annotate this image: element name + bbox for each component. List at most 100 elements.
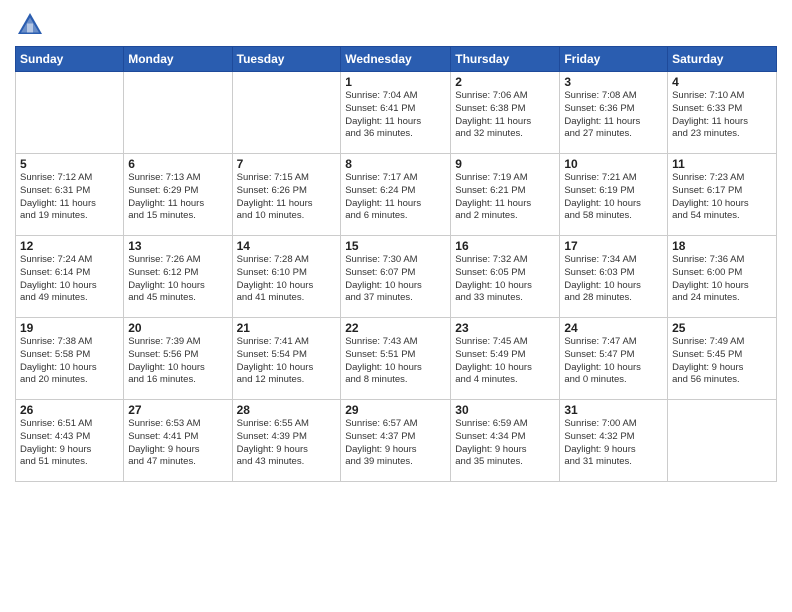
day-info: Sunrise: 7:17 AMSunset: 6:24 PMDaylight:…: [345, 172, 446, 223]
calendar-cell: [668, 400, 777, 482]
calendar-cell: 8Sunrise: 7:17 AMSunset: 6:24 PMDaylight…: [341, 154, 451, 236]
day-info: Sunrise: 6:57 AMSunset: 4:37 PMDaylight:…: [345, 418, 446, 469]
day-info: Sunrise: 7:10 AMSunset: 6:33 PMDaylight:…: [672, 90, 772, 141]
weekday-header-thursday: Thursday: [451, 47, 560, 72]
day-info: Sunrise: 7:19 AMSunset: 6:21 PMDaylight:…: [455, 172, 555, 223]
calendar-cell: 28Sunrise: 6:55 AMSunset: 4:39 PMDayligh…: [232, 400, 341, 482]
day-number: 17: [564, 239, 663, 253]
day-number: 26: [20, 403, 119, 417]
day-number: 10: [564, 157, 663, 171]
weekday-header-sunday: Sunday: [16, 47, 124, 72]
day-number: 5: [20, 157, 119, 171]
day-info: Sunrise: 6:51 AMSunset: 4:43 PMDaylight:…: [20, 418, 119, 469]
calendar-cell: 26Sunrise: 6:51 AMSunset: 4:43 PMDayligh…: [16, 400, 124, 482]
calendar-cell: 20Sunrise: 7:39 AMSunset: 5:56 PMDayligh…: [124, 318, 232, 400]
day-number: 4: [672, 75, 772, 89]
day-number: 2: [455, 75, 555, 89]
day-number: 25: [672, 321, 772, 335]
calendar: SundayMondayTuesdayWednesdayThursdayFrid…: [15, 46, 777, 482]
day-info: Sunrise: 7:06 AMSunset: 6:38 PMDaylight:…: [455, 90, 555, 141]
calendar-cell: [16, 72, 124, 154]
calendar-cell: 2Sunrise: 7:06 AMSunset: 6:38 PMDaylight…: [451, 72, 560, 154]
calendar-cell: [232, 72, 341, 154]
calendar-cell: 27Sunrise: 6:53 AMSunset: 4:41 PMDayligh…: [124, 400, 232, 482]
day-info: Sunrise: 7:32 AMSunset: 6:05 PMDaylight:…: [455, 254, 555, 305]
day-number: 16: [455, 239, 555, 253]
day-number: 9: [455, 157, 555, 171]
day-info: Sunrise: 7:26 AMSunset: 6:12 PMDaylight:…: [128, 254, 227, 305]
day-number: 27: [128, 403, 227, 417]
day-info: Sunrise: 7:21 AMSunset: 6:19 PMDaylight:…: [564, 172, 663, 223]
calendar-cell: 3Sunrise: 7:08 AMSunset: 6:36 PMDaylight…: [560, 72, 668, 154]
day-info: Sunrise: 7:43 AMSunset: 5:51 PMDaylight:…: [345, 336, 446, 387]
day-info: Sunrise: 7:47 AMSunset: 5:47 PMDaylight:…: [564, 336, 663, 387]
logo: [15, 10, 49, 40]
header: [15, 10, 777, 40]
calendar-cell: [124, 72, 232, 154]
day-number: 23: [455, 321, 555, 335]
calendar-cell: 11Sunrise: 7:23 AMSunset: 6:17 PMDayligh…: [668, 154, 777, 236]
day-number: 19: [20, 321, 119, 335]
calendar-cell: 25Sunrise: 7:49 AMSunset: 5:45 PMDayligh…: [668, 318, 777, 400]
calendar-cell: 24Sunrise: 7:47 AMSunset: 5:47 PMDayligh…: [560, 318, 668, 400]
day-info: Sunrise: 7:12 AMSunset: 6:31 PMDaylight:…: [20, 172, 119, 223]
day-number: 1: [345, 75, 446, 89]
day-info: Sunrise: 7:41 AMSunset: 5:54 PMDaylight:…: [237, 336, 337, 387]
day-info: Sunrise: 7:24 AMSunset: 6:14 PMDaylight:…: [20, 254, 119, 305]
day-info: Sunrise: 7:15 AMSunset: 6:26 PMDaylight:…: [237, 172, 337, 223]
calendar-cell: 23Sunrise: 7:45 AMSunset: 5:49 PMDayligh…: [451, 318, 560, 400]
day-info: Sunrise: 7:38 AMSunset: 5:58 PMDaylight:…: [20, 336, 119, 387]
day-number: 12: [20, 239, 119, 253]
calendar-cell: 5Sunrise: 7:12 AMSunset: 6:31 PMDaylight…: [16, 154, 124, 236]
day-number: 3: [564, 75, 663, 89]
logo-icon: [15, 10, 45, 40]
day-number: 13: [128, 239, 227, 253]
weekday-header-monday: Monday: [124, 47, 232, 72]
calendar-cell: 14Sunrise: 7:28 AMSunset: 6:10 PMDayligh…: [232, 236, 341, 318]
weekday-header-tuesday: Tuesday: [232, 47, 341, 72]
calendar-cell: 29Sunrise: 6:57 AMSunset: 4:37 PMDayligh…: [341, 400, 451, 482]
calendar-cell: 4Sunrise: 7:10 AMSunset: 6:33 PMDaylight…: [668, 72, 777, 154]
day-number: 29: [345, 403, 446, 417]
calendar-cell: 16Sunrise: 7:32 AMSunset: 6:05 PMDayligh…: [451, 236, 560, 318]
day-info: Sunrise: 7:36 AMSunset: 6:00 PMDaylight:…: [672, 254, 772, 305]
day-number: 30: [455, 403, 555, 417]
weekday-header-wednesday: Wednesday: [341, 47, 451, 72]
day-info: Sunrise: 6:53 AMSunset: 4:41 PMDaylight:…: [128, 418, 227, 469]
day-info: Sunrise: 7:00 AMSunset: 4:32 PMDaylight:…: [564, 418, 663, 469]
day-number: 8: [345, 157, 446, 171]
page-container: SundayMondayTuesdayWednesdayThursdayFrid…: [0, 0, 792, 492]
day-number: 28: [237, 403, 337, 417]
day-info: Sunrise: 7:30 AMSunset: 6:07 PMDaylight:…: [345, 254, 446, 305]
calendar-cell: 13Sunrise: 7:26 AMSunset: 6:12 PMDayligh…: [124, 236, 232, 318]
day-info: Sunrise: 7:28 AMSunset: 6:10 PMDaylight:…: [237, 254, 337, 305]
day-number: 20: [128, 321, 227, 335]
day-info: Sunrise: 7:39 AMSunset: 5:56 PMDaylight:…: [128, 336, 227, 387]
day-number: 22: [345, 321, 446, 335]
day-number: 21: [237, 321, 337, 335]
calendar-cell: 19Sunrise: 7:38 AMSunset: 5:58 PMDayligh…: [16, 318, 124, 400]
day-number: 15: [345, 239, 446, 253]
calendar-cell: 10Sunrise: 7:21 AMSunset: 6:19 PMDayligh…: [560, 154, 668, 236]
day-info: Sunrise: 7:04 AMSunset: 6:41 PMDaylight:…: [345, 90, 446, 141]
day-number: 7: [237, 157, 337, 171]
calendar-cell: 7Sunrise: 7:15 AMSunset: 6:26 PMDaylight…: [232, 154, 341, 236]
day-info: Sunrise: 7:34 AMSunset: 6:03 PMDaylight:…: [564, 254, 663, 305]
day-info: Sunrise: 7:08 AMSunset: 6:36 PMDaylight:…: [564, 90, 663, 141]
calendar-cell: 30Sunrise: 6:59 AMSunset: 4:34 PMDayligh…: [451, 400, 560, 482]
calendar-cell: 31Sunrise: 7:00 AMSunset: 4:32 PMDayligh…: [560, 400, 668, 482]
day-number: 31: [564, 403, 663, 417]
calendar-cell: 18Sunrise: 7:36 AMSunset: 6:00 PMDayligh…: [668, 236, 777, 318]
weekday-header-friday: Friday: [560, 47, 668, 72]
day-info: Sunrise: 7:49 AMSunset: 5:45 PMDaylight:…: [672, 336, 772, 387]
day-number: 11: [672, 157, 772, 171]
calendar-cell: 21Sunrise: 7:41 AMSunset: 5:54 PMDayligh…: [232, 318, 341, 400]
day-info: Sunrise: 6:59 AMSunset: 4:34 PMDaylight:…: [455, 418, 555, 469]
day-number: 18: [672, 239, 772, 253]
calendar-cell: 22Sunrise: 7:43 AMSunset: 5:51 PMDayligh…: [341, 318, 451, 400]
day-info: Sunrise: 7:13 AMSunset: 6:29 PMDaylight:…: [128, 172, 227, 223]
day-number: 24: [564, 321, 663, 335]
calendar-cell: 12Sunrise: 7:24 AMSunset: 6:14 PMDayligh…: [16, 236, 124, 318]
calendar-cell: 9Sunrise: 7:19 AMSunset: 6:21 PMDaylight…: [451, 154, 560, 236]
calendar-cell: 1Sunrise: 7:04 AMSunset: 6:41 PMDaylight…: [341, 72, 451, 154]
